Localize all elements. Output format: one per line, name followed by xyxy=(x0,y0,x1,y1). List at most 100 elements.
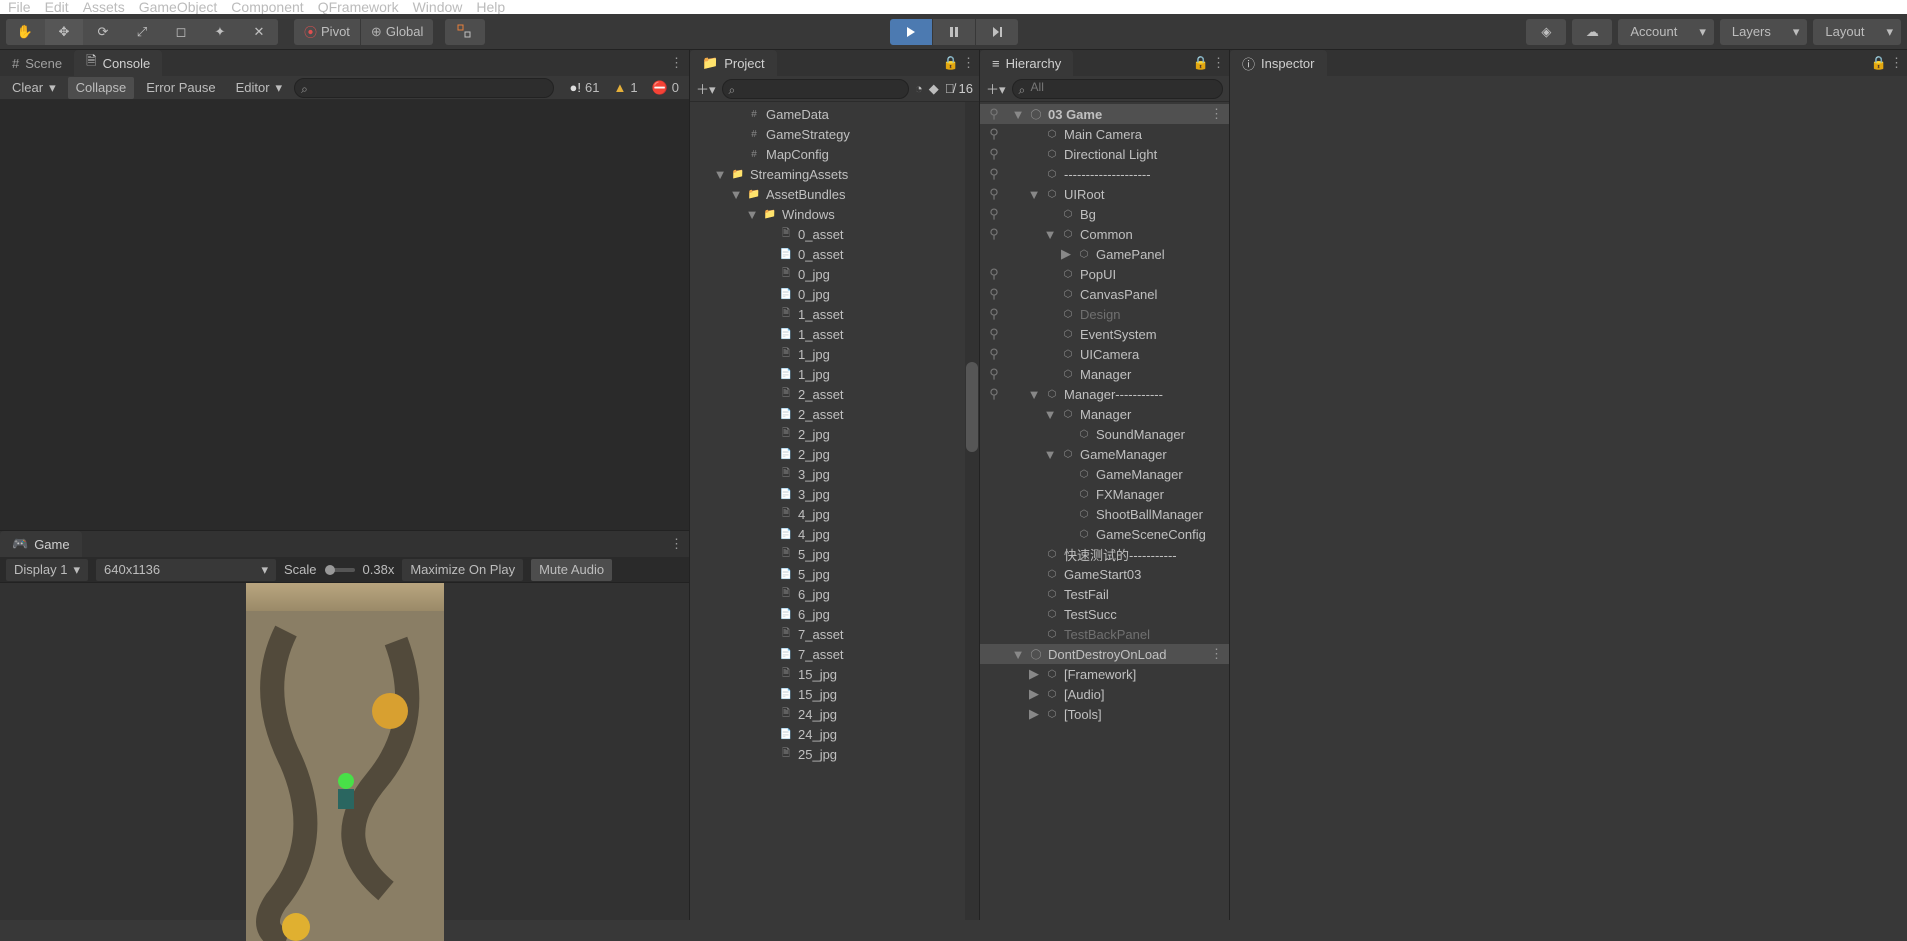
project-item[interactable]: 🗎24_jpg xyxy=(690,704,979,724)
error-pause-button[interactable]: Error Pause xyxy=(138,77,223,99)
item-menu-icon[interactable]: ⋮ xyxy=(1210,106,1223,122)
project-item[interactable]: 🗎1_jpg xyxy=(690,344,979,364)
step-button[interactable] xyxy=(976,19,1018,45)
hierarchy-item[interactable]: ▼⬡GameManager xyxy=(980,444,1229,464)
clear-button[interactable]: Clear▾ xyxy=(4,77,64,99)
visibility-toggle-icon[interactable]: ⚲ xyxy=(984,266,1004,282)
project-item[interactable]: ▼📁AssetBundles xyxy=(690,184,979,204)
foldout-icon[interactable]: ▼ xyxy=(1012,648,1024,660)
project-item[interactable]: 🗎5_jpg xyxy=(690,544,979,564)
project-item[interactable]: 📄24_jpg xyxy=(690,724,979,744)
hierarchy-item[interactable]: ⬡GameStart03 xyxy=(980,564,1229,584)
project-item[interactable]: 📄15_jpg xyxy=(690,684,979,704)
hidden-count[interactable]: 👁̸16 xyxy=(945,81,973,96)
project-item[interactable]: #MapConfig xyxy=(690,144,979,164)
foldout-icon[interactable]: ▼ xyxy=(1028,388,1040,400)
project-scrollbar[interactable] xyxy=(965,102,979,920)
hierarchy-item[interactable]: ⬡TestFail xyxy=(980,584,1229,604)
move-tool[interactable]: ✥ xyxy=(45,19,83,45)
inspector-tab[interactable]: ⓘ Inspector xyxy=(1230,50,1327,76)
visibility-toggle-icon[interactable]: ⚲ xyxy=(984,366,1004,382)
hierarchy-item[interactable]: ⚲⬡PopUI xyxy=(980,264,1229,284)
foldout-icon[interactable]: ▼ xyxy=(714,168,726,180)
hierarchy-item[interactable]: ⚲⬡Main Camera xyxy=(980,124,1229,144)
hierarchy-item[interactable]: ⚲⬡Manager xyxy=(980,364,1229,384)
hierarchy-item[interactable]: ▶⬡[Audio] xyxy=(980,684,1229,704)
project-item[interactable]: #GameData xyxy=(690,104,979,124)
menu-edit[interactable]: Edit xyxy=(45,0,69,15)
console-tab[interactable]: 🗎 Console xyxy=(74,50,162,76)
tab-context-icon[interactable]: ⋮ xyxy=(670,55,683,71)
hierarchy-item[interactable]: ⚲▼⬡Manager----------- xyxy=(980,384,1229,404)
project-item[interactable]: 🗎25_jpg xyxy=(690,744,979,764)
project-item[interactable]: 📄0_asset xyxy=(690,244,979,264)
foldout-icon[interactable]: ▼ xyxy=(1044,408,1056,420)
hierarchy-tab[interactable]: ≡ Hierarchy xyxy=(980,50,1073,76)
hierarchy-item[interactable]: ▼◯DontDestroyOnLoad⋮ xyxy=(980,644,1229,664)
hierarchy-item[interactable]: ⬡TestSucc xyxy=(980,604,1229,624)
foldout-icon[interactable]: ▼ xyxy=(1044,448,1056,460)
foldout-icon[interactable]: ▶ xyxy=(1028,668,1040,680)
scene-tab[interactable]: # Scene xyxy=(0,50,74,76)
hierarchy-item[interactable]: ▼⬡Manager xyxy=(980,404,1229,424)
package-icon[interactable]: ◈ xyxy=(1526,19,1566,45)
hierarchy-search[interactable]: ⌕All xyxy=(1012,79,1223,99)
project-item[interactable]: 📄0_jpg xyxy=(690,284,979,304)
foldout-icon[interactable]: ▼ xyxy=(730,188,742,200)
game-tab[interactable]: 🎮 Game xyxy=(0,531,82,557)
hierarchy-item[interactable]: ⚲⬡Directional Light xyxy=(980,144,1229,164)
hierarchy-item[interactable]: ⬡GameManager xyxy=(980,464,1229,484)
hierarchy-item[interactable]: ⬡SoundManager xyxy=(980,424,1229,444)
hierarchy-item[interactable]: ⚲⬡CanvasPanel xyxy=(980,284,1229,304)
project-item[interactable]: 🗎0_jpg xyxy=(690,264,979,284)
visibility-toggle-icon[interactable]: ⚲ xyxy=(984,146,1004,162)
lock-icon[interactable]: 🔒 xyxy=(943,55,959,71)
project-tab[interactable]: 📁 Project xyxy=(690,50,777,76)
play-button[interactable] xyxy=(890,19,932,45)
create-dropdown[interactable]: ＋▾ xyxy=(696,79,716,98)
lock-icon[interactable]: 🔒 xyxy=(1193,55,1209,71)
project-item[interactable]: 📄3_jpg xyxy=(690,484,979,504)
project-item[interactable]: #GameStrategy xyxy=(690,124,979,144)
grid-snap-icon[interactable] xyxy=(445,19,485,45)
transform-tool[interactable]: ✦ xyxy=(201,19,239,45)
project-item[interactable]: 🗎4_jpg xyxy=(690,504,979,524)
project-item[interactable]: 🗎7_asset xyxy=(690,624,979,644)
layers-dropdown[interactable]: Layers▾ xyxy=(1720,19,1808,45)
foldout-icon[interactable]: ▶ xyxy=(1028,688,1040,700)
hierarchy-item[interactable]: ⚲▼◯03 Game⋮ xyxy=(980,104,1229,124)
display-dropdown[interactable]: Display 1▾ xyxy=(6,559,88,581)
menu-window[interactable]: Window xyxy=(413,0,463,15)
pause-button[interactable] xyxy=(933,19,975,45)
foldout-icon[interactable]: ▶ xyxy=(1060,248,1072,260)
mute-audio-button[interactable]: Mute Audio xyxy=(531,559,612,581)
project-item[interactable]: 📄2_jpg xyxy=(690,444,979,464)
rect-tool[interactable]: ◻ xyxy=(162,19,200,45)
hierarchy-item[interactable]: ▶⬡[Tools] xyxy=(980,704,1229,724)
foldout-icon[interactable]: ▶ xyxy=(1028,708,1040,720)
hierarchy-item[interactable]: ⬡快速测试的----------- xyxy=(980,544,1229,564)
project-item[interactable]: 🗎15_jpg xyxy=(690,664,979,684)
project-item[interactable]: 🗎2_jpg xyxy=(690,424,979,444)
hierarchy-item[interactable]: ▶⬡GamePanel xyxy=(980,244,1229,264)
editor-dropdown[interactable]: Editor▾ xyxy=(228,77,291,99)
tab-context-icon[interactable]: ⋮ xyxy=(1890,55,1903,71)
hierarchy-item[interactable]: ⚲⬡-------------------- xyxy=(980,164,1229,184)
visibility-toggle-icon[interactable]: ⚲ xyxy=(984,326,1004,342)
foldout-icon[interactable]: ▼ xyxy=(1012,108,1024,120)
hierarchy-item[interactable]: ⬡ShootBallManager xyxy=(980,504,1229,524)
create-dropdown[interactable]: ＋▾ xyxy=(986,79,1006,98)
visibility-toggle-icon[interactable]: ⚲ xyxy=(984,386,1004,402)
project-item[interactable]: 🗎6_jpg xyxy=(690,584,979,604)
maximize-on-play-button[interactable]: Maximize On Play xyxy=(402,559,523,581)
collapse-button[interactable]: Collapse xyxy=(68,77,135,99)
project-item[interactable]: ▼📁StreamingAssets xyxy=(690,164,979,184)
lock-icon[interactable]: 🔒 xyxy=(1871,55,1887,71)
hierarchy-item[interactable]: ⚲⬡EventSystem xyxy=(980,324,1229,344)
visibility-toggle-icon[interactable]: ⚲ xyxy=(984,166,1004,182)
project-search[interactable]: ⌕ xyxy=(722,79,909,99)
project-item[interactable]: 🗎2_asset xyxy=(690,384,979,404)
info-count[interactable]: ●!61 xyxy=(564,80,606,95)
custom-tool[interactable]: ✕ xyxy=(240,19,278,45)
project-item[interactable]: 🗎0_asset xyxy=(690,224,979,244)
